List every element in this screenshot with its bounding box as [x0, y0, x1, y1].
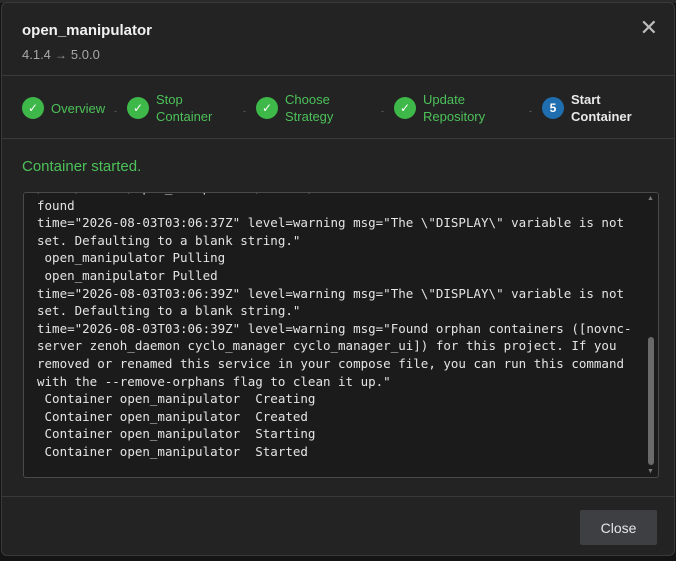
step-stop-container: ✓ Stop Container [127, 90, 212, 126]
from-version: 4.1.4 [22, 47, 51, 62]
log-scrollbar[interactable]: ▲ ▼ [644, 193, 658, 477]
check-icon: ✓ [127, 97, 149, 119]
scroll-down-icon[interactable]: ▼ [647, 468, 654, 475]
step-update-repository: ✓ Update Repository [394, 90, 485, 126]
step-separator: - [381, 106, 384, 116]
step-choose-strategy: ✓ Choose Strategy [256, 90, 333, 126]
step-label: Update Repository [423, 92, 486, 124]
dialog-header: open_manipulator 4.1.4 → 5.0.0 ✕ [2, 3, 674, 76]
scroll-up-icon[interactable]: ▲ [647, 195, 654, 202]
dialog-title: open_manipulator [22, 22, 153, 39]
step-separator: - [114, 106, 117, 116]
step-label: Overview [51, 100, 106, 116]
close-button[interactable]: Close [580, 510, 657, 545]
check-icon: ✓ [394, 97, 416, 119]
to-version: 5.0.0 [70, 47, 100, 62]
log-output[interactable]: /data/docker/open_manipulator/docker/con… [23, 192, 659, 478]
arrow-right-icon: → [54, 48, 67, 62]
close-icon[interactable]: ✕ [640, 17, 658, 39]
check-icon: ✓ [256, 97, 278, 119]
log-text: /data/docker/open_manipulator/docker/con… [37, 193, 632, 459]
step-label: Start Container [571, 92, 632, 124]
dialog-footer: Close [2, 496, 674, 555]
step-overview: ✓ Overview [22, 90, 105, 126]
step-label: Choose Strategy [285, 92, 334, 124]
version-change: 4.1.4 → 5.0.0 [22, 47, 100, 62]
stepper: ✓ Overview - ✓ Stop Container - ✓ Choose… [2, 76, 674, 139]
status-message: Container started. [22, 158, 142, 175]
update-dialog: open_manipulator 4.1.4 → 5.0.0 ✕ ✓ Overvie… [1, 2, 675, 556]
step-separator: - [243, 106, 246, 116]
step-number-badge: 5 [542, 97, 564, 119]
step-start-container: 5 Start Container [542, 90, 632, 126]
scroll-thumb[interactable] [648, 337, 654, 465]
check-icon: ✓ [22, 97, 44, 119]
step-separator: - [529, 106, 532, 116]
step-label: Stop Container [156, 92, 213, 124]
